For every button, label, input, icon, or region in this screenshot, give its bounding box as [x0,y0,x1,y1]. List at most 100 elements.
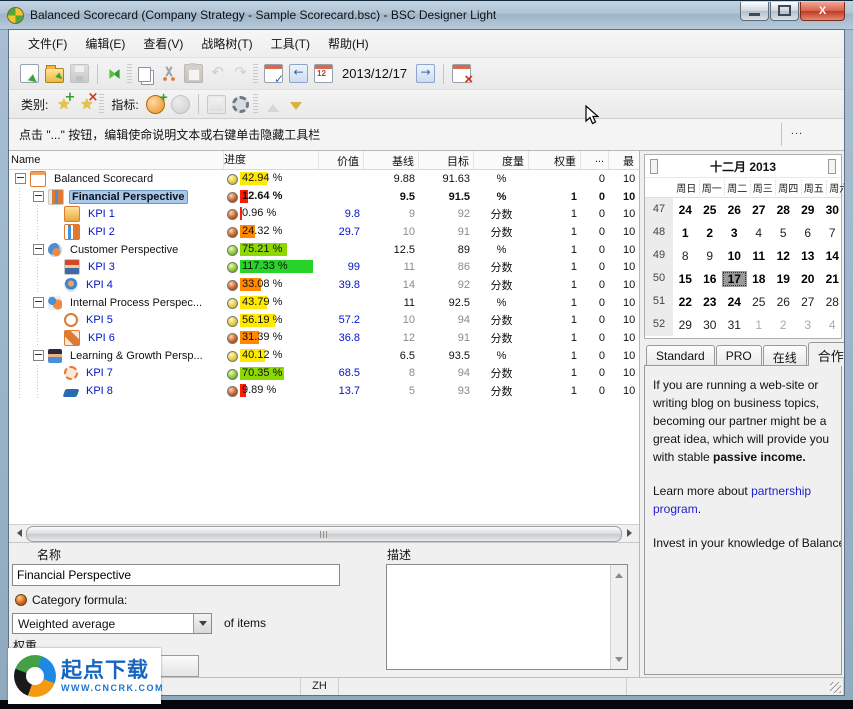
prev-month-button[interactable] [650,159,658,174]
item-name[interactable]: Customer Perspective [67,243,181,257]
scroll-up-button[interactable] [612,566,625,580]
calendar-day[interactable]: 28 [771,202,796,218]
calendar-day[interactable]: 22 [673,294,698,310]
calendar-day[interactable]: 2 [698,225,723,241]
calendar-day[interactable]: 30 [698,317,723,333]
name-input[interactable] [12,564,340,586]
calendar-day[interactable]: 28 [820,294,844,310]
calendar-day[interactable]: 31 [722,317,747,333]
new-file-icon[interactable] [20,64,39,83]
calendar-day[interactable]: 11 [747,248,772,264]
menu-item-1[interactable]: 编辑(E) [76,32,134,55]
tab-0[interactable]: Standard [646,345,715,366]
menu-item-5[interactable]: 帮助(H) [319,32,378,55]
table-row-group[interactable]: Financial Perspective 12.64 % 9.5 91.5% 1 0 10 [9,187,639,206]
scroll-left-button[interactable] [9,526,25,540]
calendar-day[interactable]: 16 [698,271,723,287]
mission-more-button[interactable]: ... [786,125,808,137]
table-row-kpi[interactable]: KPI 5 56.19 % 57.2 10 94 分数 1 0 10 [9,311,639,330]
calendar-day[interactable]: 10 [722,248,747,264]
calendar-day[interactable]: 8 [673,248,698,264]
item-name[interactable]: KPI 6 [85,331,118,345]
tree-expander[interactable] [15,173,26,185]
calendar-day[interactable]: 3 [722,225,747,241]
prev-date-icon[interactable]: ← [289,64,308,83]
calendar-day[interactable]: 3 [796,317,821,333]
formula-dropdown[interactable]: Weighted average [12,613,212,634]
column-header-3[interactable]: 基线 [364,151,419,169]
calendar-day[interactable]: 29 [673,317,698,333]
calendar-day[interactable]: 9 [698,248,723,264]
calendar-day[interactable]: 25 [698,202,723,218]
calendar-day[interactable]: 1 [747,317,772,333]
tree-expander[interactable] [33,297,44,309]
star-remove-icon[interactable]: ★ [78,90,98,113]
column-header-5[interactable]: 度量 [474,151,529,169]
calendar-check-icon[interactable] [264,64,284,86]
calendar-day[interactable]: 7 [820,225,844,241]
table-row-kpi[interactable]: KPI 7 70.35 % 68.5 8 94 分数 1 0 10 [9,364,639,383]
dropdown-arrow-button[interactable] [193,614,211,633]
item-name[interactable]: KPI 3 [85,260,118,274]
tree-expander[interactable] [33,350,44,362]
item-name[interactable]: KPI 8 [83,384,116,398]
tab-3[interactable]: 合作伙伴 [807,342,844,366]
minimize-button[interactable] [740,1,769,21]
calendar-day[interactable]: 4 [820,317,844,333]
calendar-day[interactable]: 30 [820,202,844,218]
gear-icon[interactable] [231,95,249,113]
copy-icon[interactable] [138,67,151,82]
column-header-1[interactable]: 进度 [224,151,319,169]
calendar-day[interactable]: 27 [796,294,821,310]
close-button[interactable]: X [800,1,845,21]
column-header-0[interactable]: Name [9,151,224,169]
column-header-6[interactable]: 权重 [529,151,581,169]
tree-expander[interactable] [33,191,44,203]
star-add-icon[interactable]: ★ [55,90,75,113]
table-row-kpi[interactable]: KPI 6 31.39 % 36.8 12 91 分数 1 0 10 [9,329,639,347]
calendar-day[interactable]: 24 [722,294,747,310]
table-row-group[interactable]: Customer Perspective 75.21 % 12.5 89% 1 0 10 [9,240,639,259]
table-row-kpi[interactable]: KPI 4 33.08 % 39.8 14 92 分数 1 0 10 [9,276,639,294]
calendar-day[interactable]: 6 [796,225,821,241]
item-name[interactable]: Learning & Growth Persp... [67,349,206,363]
calendar-day[interactable]: 12 [771,248,796,264]
calendar-day[interactable]: 23 [698,294,723,310]
calendar-day[interactable]: 13 [796,248,821,264]
scroll-right-button[interactable] [623,526,639,540]
table-row-group[interactable]: Internal Process Perspec... 43.79 % 11 92.5… [9,293,639,312]
calendar-day[interactable]: 18 [747,271,772,287]
menu-item-2[interactable]: 查看(V) [134,32,192,55]
menu-item-4[interactable]: 工具(T) [262,32,319,55]
calendar-day[interactable]: 24 [673,202,698,218]
table-row-kpi[interactable]: KPI 2 24.32 % 29.7 10 91 分数 1 0 10 [9,223,639,241]
calendar-day[interactable]: 2 [771,317,796,333]
toolbar-date[interactable]: 2013/12/17 [342,66,407,81]
next-month-button[interactable] [828,159,836,174]
item-name[interactable]: KPI 7 [83,366,116,380]
table-row-kpi[interactable]: KPI 1 0.96 % 9.8 9 92 分数 1 0 10 [9,205,639,224]
item-name[interactable]: KPI 5 [83,313,116,327]
scroll-down-button[interactable] [612,654,625,668]
calendar-day[interactable]: 19 [771,271,796,287]
menu-item-3[interactable]: 战略树(T) [192,32,261,55]
vertical-scrollbar[interactable] [610,565,627,669]
next-date-icon[interactable]: → [416,64,436,83]
tree-expander[interactable] [33,244,44,256]
item-name[interactable]: KPI 2 [85,225,118,239]
item-name[interactable]: KPI 1 [85,207,118,221]
item-name[interactable]: KPI 4 [83,278,116,292]
open-folder-icon[interactable] [45,64,64,83]
calendar-day[interactable]: 25 [747,294,772,310]
calendar-day[interactable]: 21 [820,271,844,287]
calendar-day[interactable]: 5 [771,225,796,241]
column-header-7[interactable]: ... [581,151,609,169]
calendar-day[interactable]: 27 [747,202,772,218]
maximize-button[interactable] [770,1,799,21]
item-name[interactable]: Balanced Scorecard [51,172,156,186]
item-name[interactable]: Financial Perspective [69,189,188,204]
column-header-8[interactable]: 最 [609,151,639,169]
move-down-icon[interactable] [287,96,304,113]
table-row-group[interactable]: Balanced Scorecard 42.94 % 9.88 91.63% 0 10 [9,170,639,188]
kpi-add-icon[interactable] [145,89,168,114]
